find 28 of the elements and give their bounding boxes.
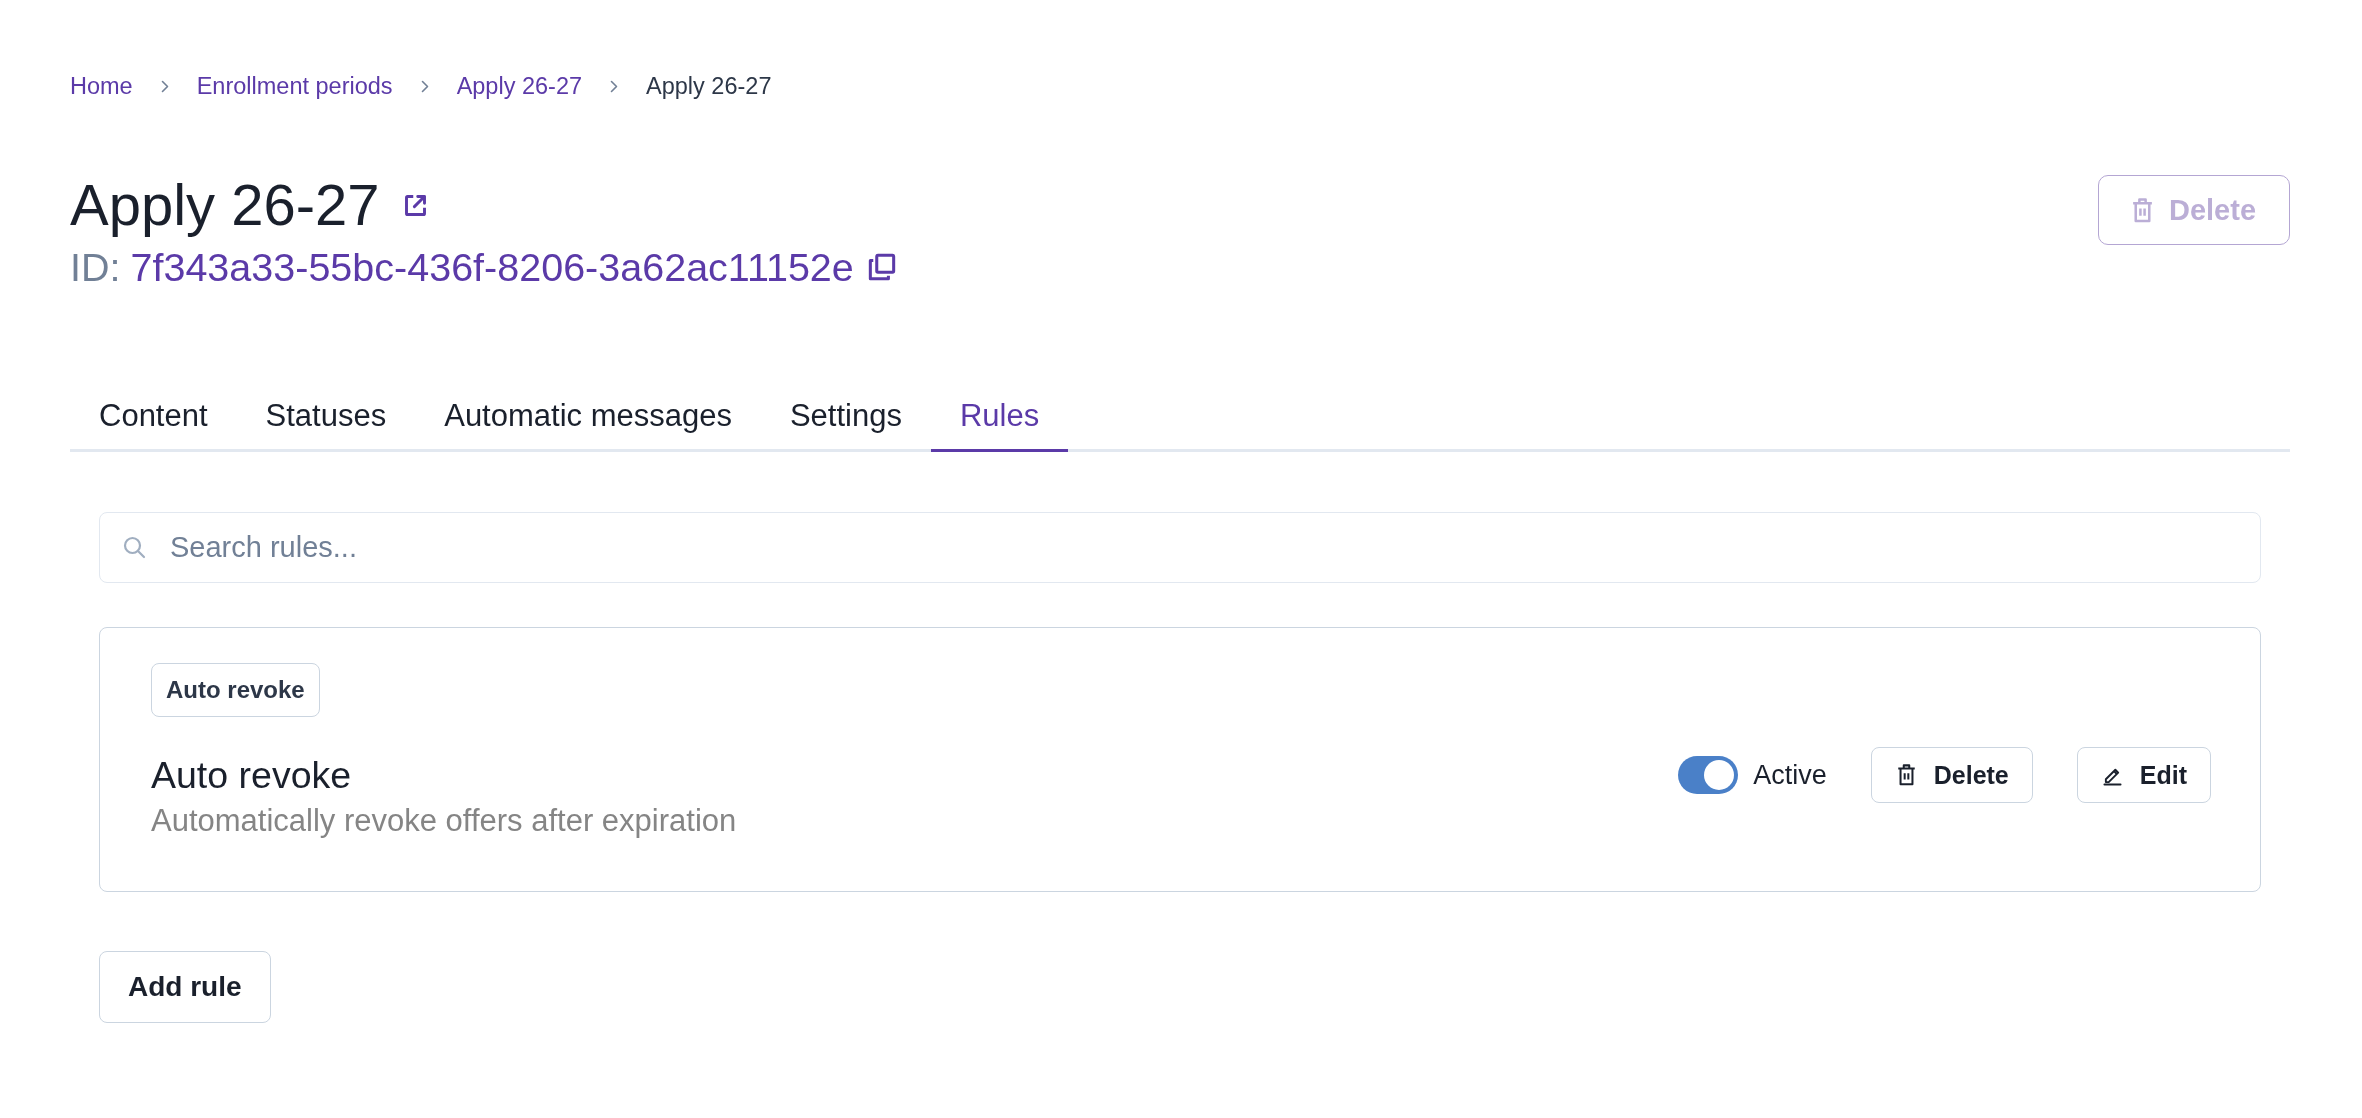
breadcrumb-current: Apply 26-27 <box>646 72 772 101</box>
breadcrumb-link[interactable]: Apply 26-27 <box>456 70 583 102</box>
delete-button[interactable]: Delete <box>1870 747 2033 803</box>
rule-description: Automatically revoke offers after expiration <box>151 803 737 839</box>
search-field[interactable]: Search rules... <box>99 512 2261 583</box>
add-rule-button[interactable]: Add rule <box>99 951 271 1023</box>
trash-icon <box>1896 764 1916 786</box>
breadcrumb-link[interactable]: Enrollment periods <box>196 70 393 102</box>
tab[interactable]: Rules <box>930 384 1069 452</box>
search-icon <box>122 535 146 559</box>
toggle-switch[interactable] <box>1678 756 1739 794</box>
tab[interactable]: Automatic messages <box>415 384 761 452</box>
rule-name: Auto revoke <box>151 753 353 798</box>
tab[interactable]: Settings <box>760 384 931 452</box>
id-label: ID: <box>70 245 121 289</box>
chevron-right-icon <box>420 79 429 93</box>
id-value: 7f343a33-55bc-436f-8206-3a62ac11152e <box>130 245 854 289</box>
chevron-right-icon <box>160 79 169 93</box>
chevron-right-icon <box>610 79 619 93</box>
page-title: Apply 26-27 <box>70 171 380 239</box>
rule-tag: Auto revoke <box>151 663 320 717</box>
trash-icon <box>2131 197 2153 223</box>
breadcrumb-link[interactable]: Home <box>70 70 133 102</box>
edit-button[interactable]: Edit <box>2076 747 2211 803</box>
tab[interactable]: Statuses <box>236 384 416 452</box>
status-label: Active <box>1753 759 1827 791</box>
copy-icon[interactable] <box>867 253 896 281</box>
tab[interactable]: Content <box>70 384 237 452</box>
